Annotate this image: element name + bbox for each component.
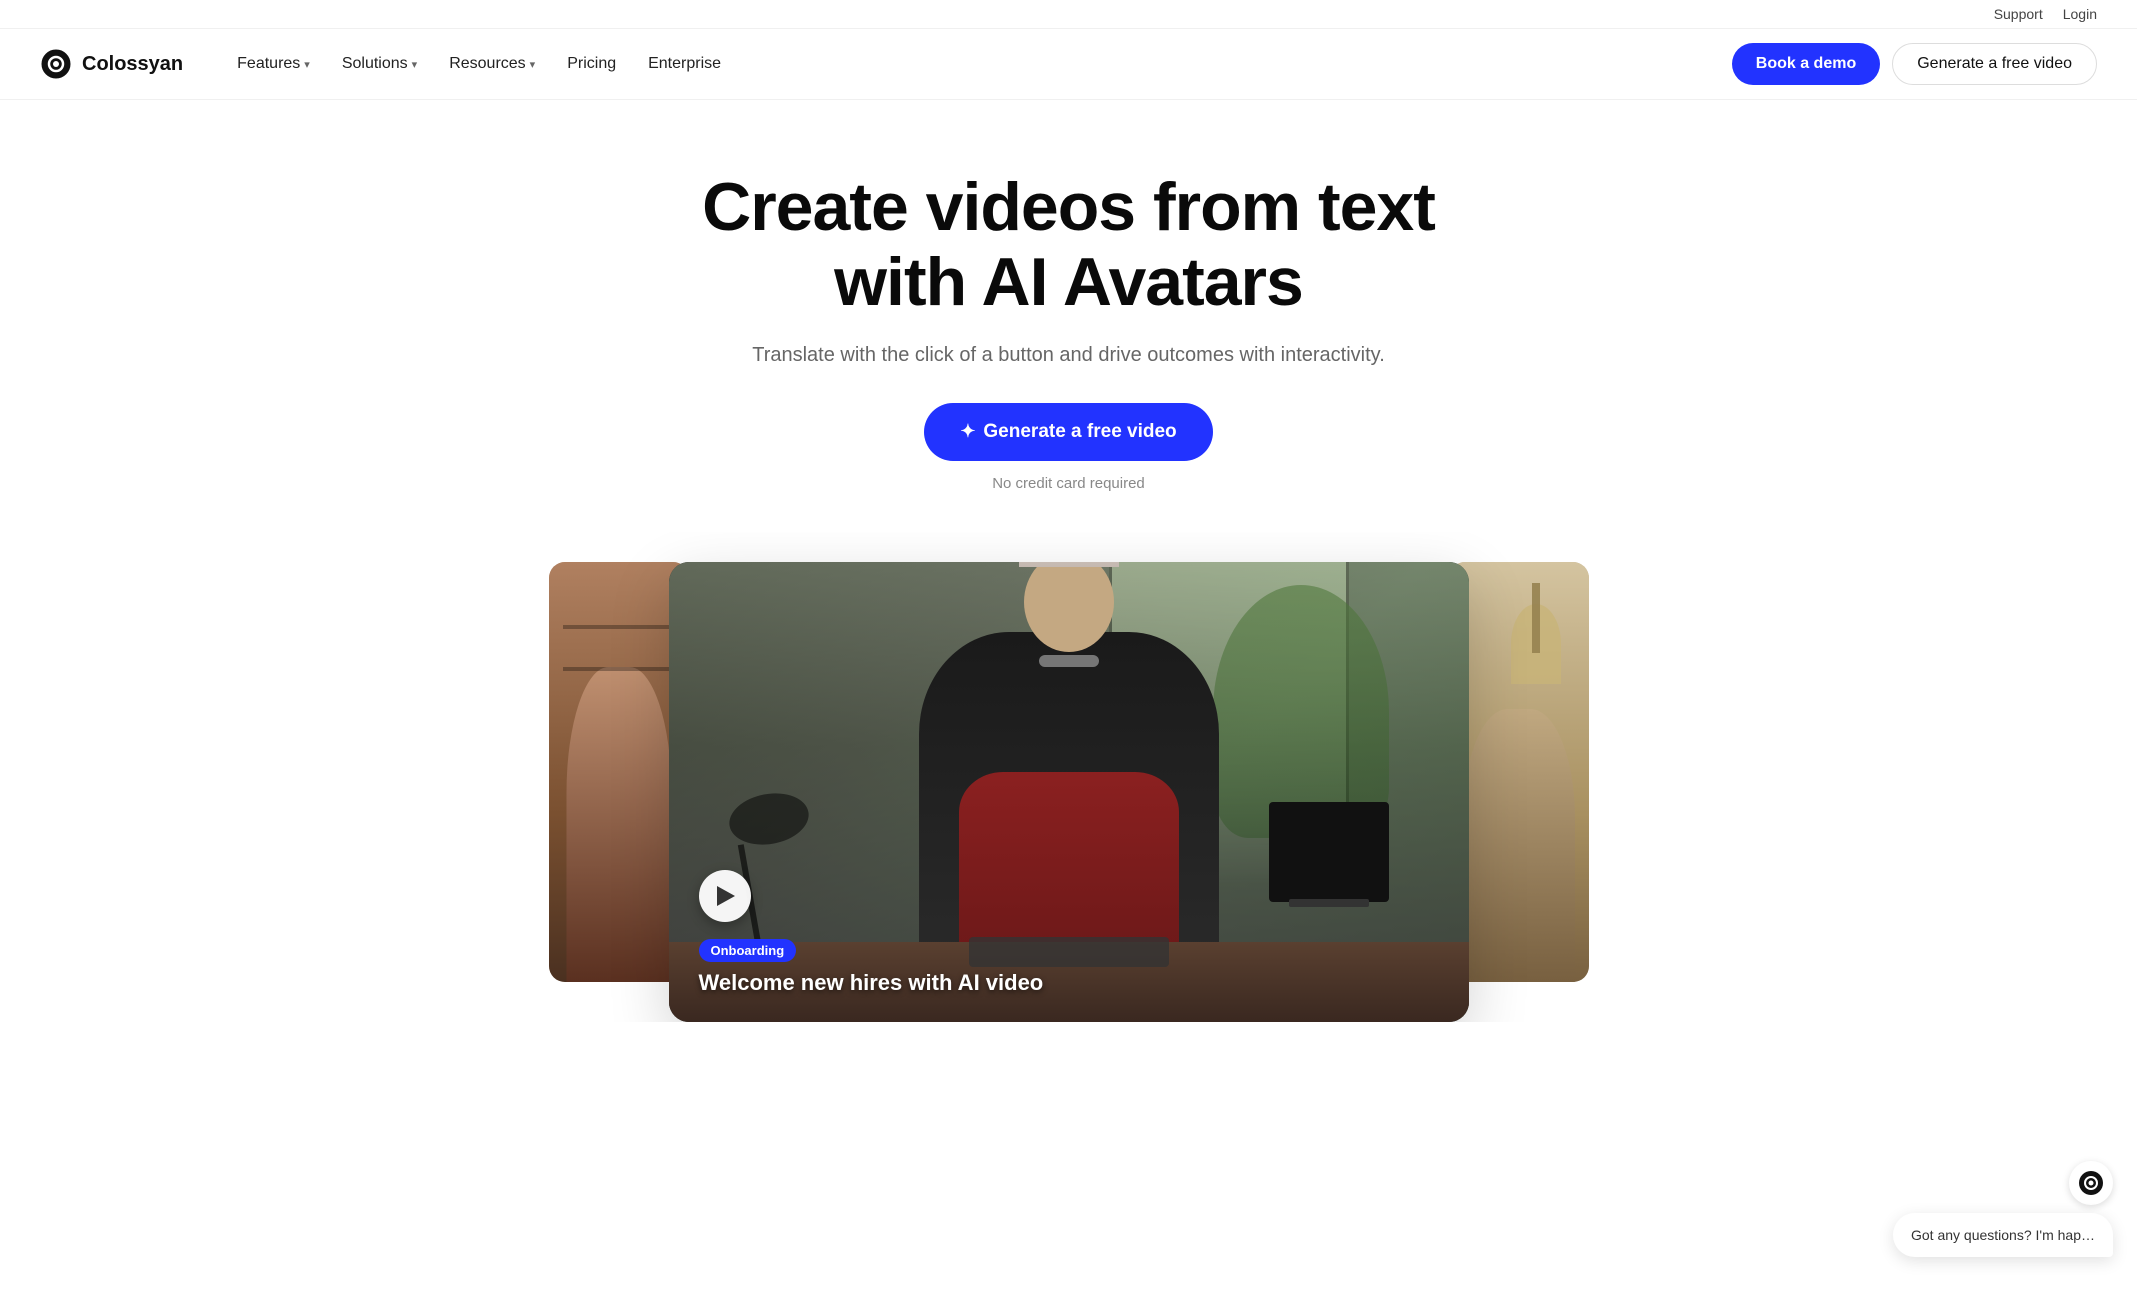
- main-video: Onboarding Welcome new hires with AI vid…: [669, 562, 1469, 1022]
- nav-links: Features ▾ Solutions ▾ Resources ▾ Prici…: [223, 47, 1732, 81]
- hero-section: Create videos from text with AI Avatars …: [0, 100, 2137, 532]
- spark-icon: ✦: [960, 421, 975, 442]
- hero-subtitle: Translate with the click of a button and…: [40, 344, 2097, 367]
- video-tag: Onboarding: [699, 939, 797, 962]
- chevron-down-icon: ▾: [304, 58, 310, 71]
- right-thumb-bg: [1449, 562, 1589, 982]
- logo-text: Colossyan: [82, 53, 183, 76]
- navbar: Colossyan Features ▾ Solutions ▾ Resourc…: [0, 29, 2137, 100]
- login-link[interactable]: Login: [2063, 6, 2097, 22]
- video-row: Onboarding Welcome new hires with AI vid…: [0, 562, 2137, 1022]
- right-thumbnail: [1449, 562, 1589, 982]
- no-card-text: No credit card required: [40, 475, 2097, 492]
- nav-features[interactable]: Features ▾: [223, 47, 324, 81]
- nav-pricing[interactable]: Pricing: [553, 47, 630, 81]
- nav-enterprise[interactable]: Enterprise: [634, 47, 735, 81]
- logo-link[interactable]: Colossyan: [40, 48, 183, 80]
- logo-icon: [40, 48, 72, 80]
- play-icon: [717, 886, 735, 906]
- left-thumb-bg: [549, 562, 689, 982]
- play-button[interactable]: [699, 870, 751, 922]
- nav-resources[interactable]: Resources ▾: [435, 47, 549, 81]
- book-demo-button[interactable]: Book a demo: [1732, 43, 1880, 85]
- left-thumbnail: [549, 562, 689, 982]
- video-caption: Welcome new hires with AI video: [699, 970, 1044, 996]
- top-bar: Support Login: [0, 0, 2137, 29]
- chevron-down-icon: ▾: [530, 58, 536, 71]
- support-link[interactable]: Support: [1994, 6, 2043, 22]
- generate-free-nav-button[interactable]: Generate a free video: [1892, 43, 2097, 85]
- hero-title: Create videos from text with AI Avatars: [669, 170, 1469, 320]
- nav-solutions[interactable]: Solutions ▾: [328, 47, 431, 81]
- video-section: Onboarding Welcome new hires with AI vid…: [0, 532, 2137, 1022]
- chevron-down-icon: ▾: [412, 58, 418, 71]
- generate-free-hero-button[interactable]: ✦ Generate a free video: [924, 403, 1212, 461]
- nav-cta: Book a demo Generate a free video: [1732, 43, 2097, 85]
- generate-free-label: Generate a free video: [983, 421, 1176, 443]
